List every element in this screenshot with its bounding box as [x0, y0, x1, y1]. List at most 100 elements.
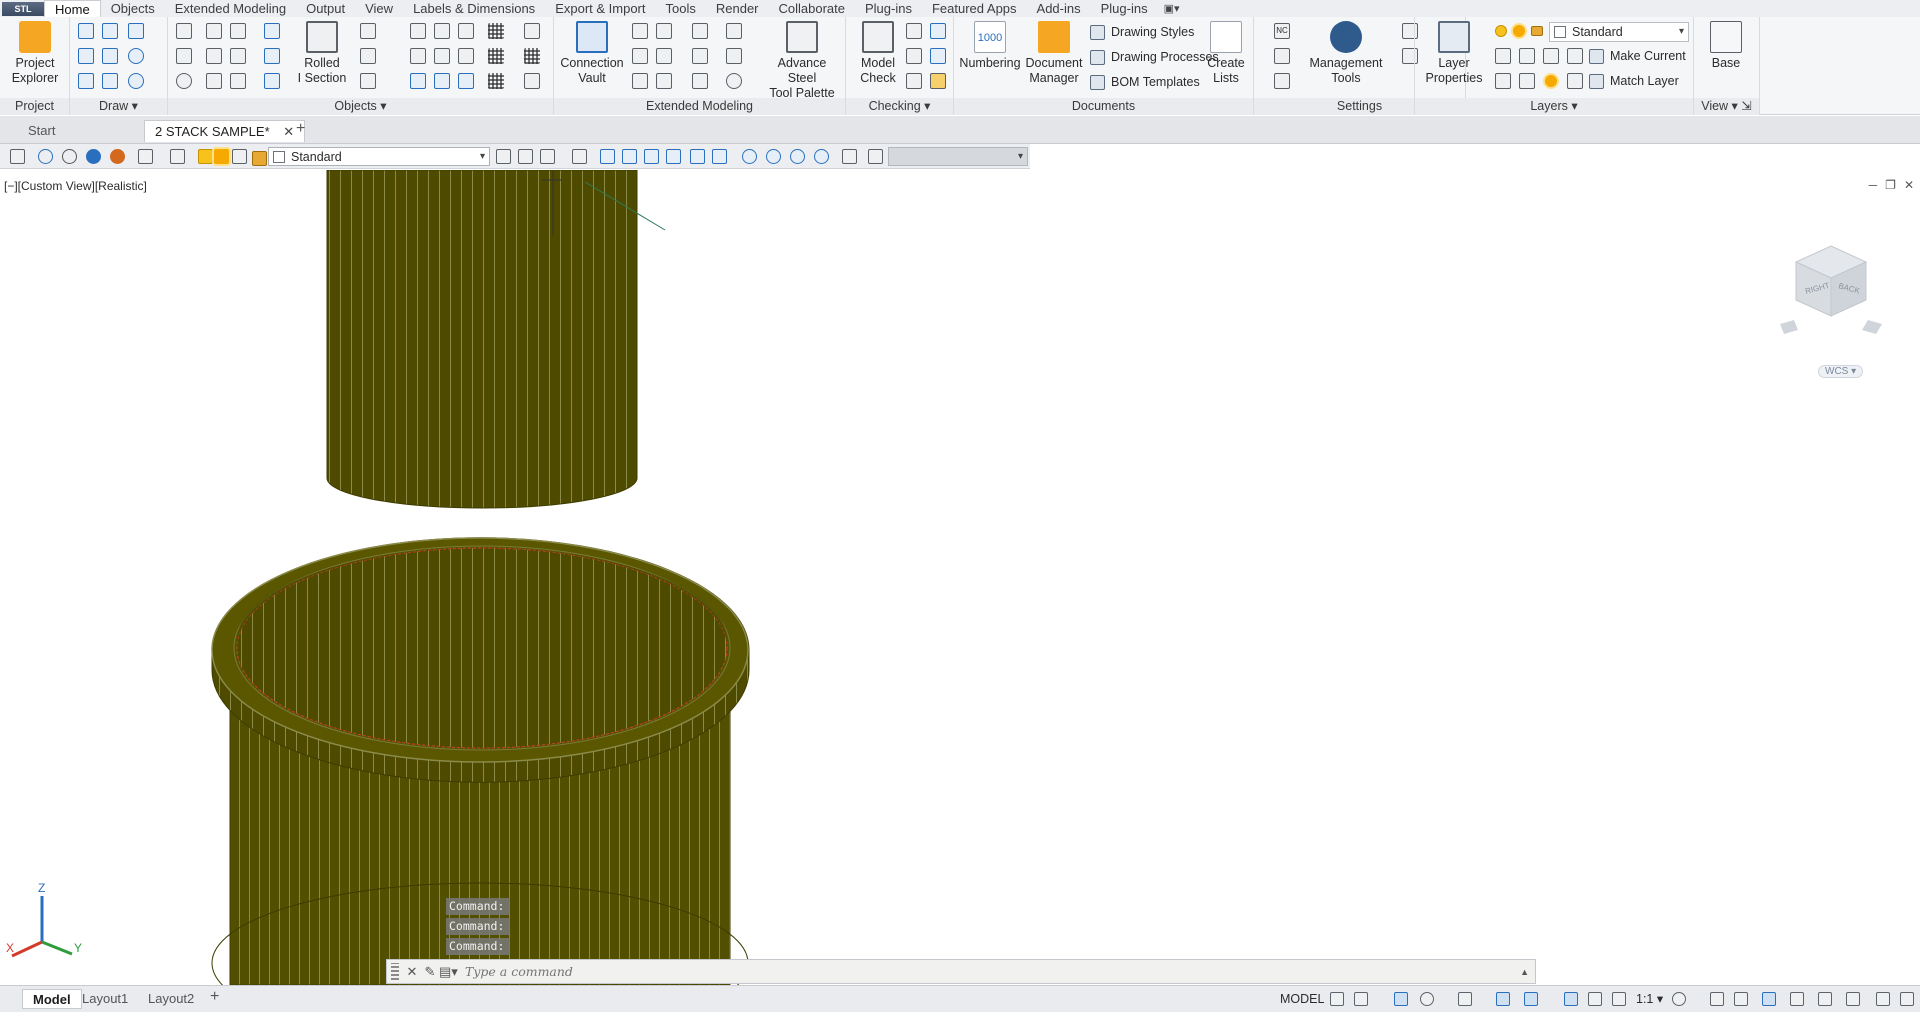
- connection-vault-button[interactable]: Connection Vault: [560, 21, 624, 86]
- wireframe-icon[interactable]: [38, 149, 53, 164]
- search-filter-icon[interactable]: [906, 73, 922, 89]
- close-command-icon[interactable]: ✕: [403, 964, 421, 980]
- toolbar-layer-lock-icon[interactable]: [252, 151, 267, 166]
- bracing-icon[interactable]: [656, 48, 672, 64]
- import-icon[interactable]: [1274, 73, 1290, 89]
- drag-handle-icon[interactable]: [391, 963, 399, 980]
- model-check-button[interactable]: Model Check: [846, 21, 910, 86]
- plate-rectangle-icon[interactable]: [434, 23, 450, 39]
- panel-label-view[interactable]: View ▾ ⇲: [1694, 98, 1759, 115]
- stringer-icon[interactable]: [726, 48, 742, 64]
- folded-beam-icon[interactable]: [264, 73, 280, 89]
- shorten-icon[interactable]: [458, 23, 474, 39]
- bolt-pattern-icon[interactable]: [488, 48, 504, 64]
- polar-tracking-icon[interactable]: [1420, 992, 1434, 1006]
- realistic-icon[interactable]: [110, 149, 125, 164]
- layer-off-icon[interactable]: [1567, 48, 1583, 64]
- project-explorer-button[interactable]: Project Explorer: [3, 21, 67, 86]
- spline-icon[interactable]: [102, 23, 118, 39]
- beam-split-icon[interactable]: [410, 73, 426, 89]
- tab-export-import[interactable]: Export & Import: [545, 0, 655, 17]
- view-manager-icon[interactable]: [10, 149, 25, 164]
- layer-dropdown[interactable]: Standard ▾: [1549, 22, 1689, 42]
- layer-properties-button[interactable]: Layer Properties: [1419, 21, 1489, 86]
- portal-icon[interactable]: [692, 23, 708, 39]
- layer-walk-icon[interactable]: [1495, 73, 1511, 89]
- isometric-drafting-icon[interactable]: [1458, 992, 1472, 1006]
- layer-thaw-icon[interactable]: [1513, 25, 1525, 37]
- view-back-icon[interactable]: [666, 149, 681, 164]
- model-viewport[interactable]: [−][Custom View][Realistic] ─ ❐ ✕ RIGHT …: [0, 170, 1920, 985]
- warning-icon[interactable]: [930, 73, 946, 89]
- tab-layout1[interactable]: Layout1: [72, 989, 138, 1009]
- clean-screen-icon[interactable]: [1876, 992, 1890, 1006]
- recent-commands-icon[interactable]: ▤▾: [439, 964, 458, 980]
- folded-plate-icon[interactable]: [230, 23, 246, 39]
- stair-icon[interactable]: [632, 23, 648, 39]
- model-space-button[interactable]: MODEL: [1276, 991, 1328, 1008]
- purlin-icon[interactable]: [656, 73, 672, 89]
- tab-layout2[interactable]: Layout2: [138, 989, 204, 1009]
- circle-icon[interactable]: [128, 48, 144, 64]
- match-layer-button[interactable]: Match Layer: [1589, 71, 1679, 91]
- tool-palette-button[interactable]: Advance Steel Tool Palette: [762, 21, 842, 101]
- layer-lock-icon[interactable]: [1531, 26, 1543, 36]
- beam-merge-icon[interactable]: [434, 73, 450, 89]
- flat-bar-icon[interactable]: [360, 73, 376, 89]
- graphics-performance-icon[interactable]: [1846, 992, 1860, 1006]
- tab-collaborate[interactable]: Collaborate: [769, 0, 856, 17]
- column-icon[interactable]: [176, 48, 192, 64]
- grating-icon[interactable]: [524, 23, 540, 39]
- shear-stud-icon[interactable]: [524, 48, 540, 64]
- line-icon[interactable]: [78, 48, 94, 64]
- check-values-icon[interactable]: [930, 48, 946, 64]
- tab-labels-dimensions[interactable]: Labels & Dimensions: [403, 0, 545, 17]
- shaded-icon[interactable]: [86, 149, 101, 164]
- panel-label-layers[interactable]: Layers ▾: [1415, 98, 1693, 115]
- toolbar-empty-dropdown[interactable]: ▾: [888, 147, 1028, 166]
- hatch-pattern-icon[interactable]: [488, 23, 504, 39]
- workspace-switch-icon[interactable]: ▣▾: [1164, 2, 1180, 15]
- ucs-icon[interactable]: [868, 149, 883, 164]
- contour-icon[interactable]: [410, 48, 426, 64]
- workspace-gear-icon[interactable]: [1672, 992, 1686, 1006]
- railing-icon[interactable]: [656, 23, 672, 39]
- expand-history-icon[interactable]: ▲: [1520, 967, 1529, 977]
- angle-icon[interactable]: [230, 48, 246, 64]
- tab-tools[interactable]: Tools: [656, 0, 706, 17]
- cage-ladder-icon[interactable]: [692, 73, 708, 89]
- numbering-button[interactable]: 1000 Numbering: [958, 21, 1022, 71]
- view-sw-iso-icon[interactable]: [742, 149, 757, 164]
- house-icon[interactable]: [692, 48, 708, 64]
- grid-icon[interactable]: [176, 23, 192, 39]
- toolbar-layer-on-icon[interactable]: [198, 149, 213, 164]
- view-front-icon[interactable]: [600, 149, 615, 164]
- lock-ui-icon[interactable]: [1790, 992, 1804, 1006]
- ortho-mode-icon[interactable]: [1394, 992, 1408, 1006]
- beam-extend-icon[interactable]: [458, 73, 474, 89]
- tab-render[interactable]: Render: [706, 0, 769, 17]
- layer-merge-icon[interactable]: [1519, 73, 1535, 89]
- construction-line-icon[interactable]: [102, 48, 118, 64]
- viewcube[interactable]: RIGHT BACK: [1776, 234, 1886, 344]
- grid-display-icon[interactable]: [1330, 992, 1344, 1006]
- upper-pipe[interactable]: [326, 170, 666, 509]
- 3d-scene[interactable]: [0, 170, 1920, 985]
- tab-output[interactable]: Output: [296, 0, 355, 17]
- make-current-button[interactable]: Make Current: [1589, 46, 1686, 66]
- layer-lock-all-icon[interactable]: [1567, 73, 1583, 89]
- bom-templates-button[interactable]: BOM Templates: [1090, 72, 1200, 92]
- annotation-scale-icon[interactable]: [1612, 992, 1626, 1006]
- customize-command-icon[interactable]: ✎: [421, 964, 439, 980]
- ring-icon[interactable]: [726, 73, 742, 89]
- audit-icon[interactable]: [930, 23, 946, 39]
- view-ne-iso-icon[interactable]: [790, 149, 805, 164]
- annotation-visibility-icon[interactable]: [1564, 992, 1578, 1006]
- tab-add-ins[interactable]: Add-ins: [1027, 0, 1091, 17]
- polygon-icon[interactable]: [78, 73, 94, 89]
- toolbar-layer-dropdown[interactable]: Standard ▾: [268, 147, 490, 166]
- document-manager-button[interactable]: Document Manager: [1022, 21, 1086, 86]
- export-icon[interactable]: [1274, 48, 1290, 64]
- panel-label-checking[interactable]: Checking ▾: [846, 98, 953, 115]
- panel-label-draw[interactable]: Draw ▾: [70, 98, 167, 115]
